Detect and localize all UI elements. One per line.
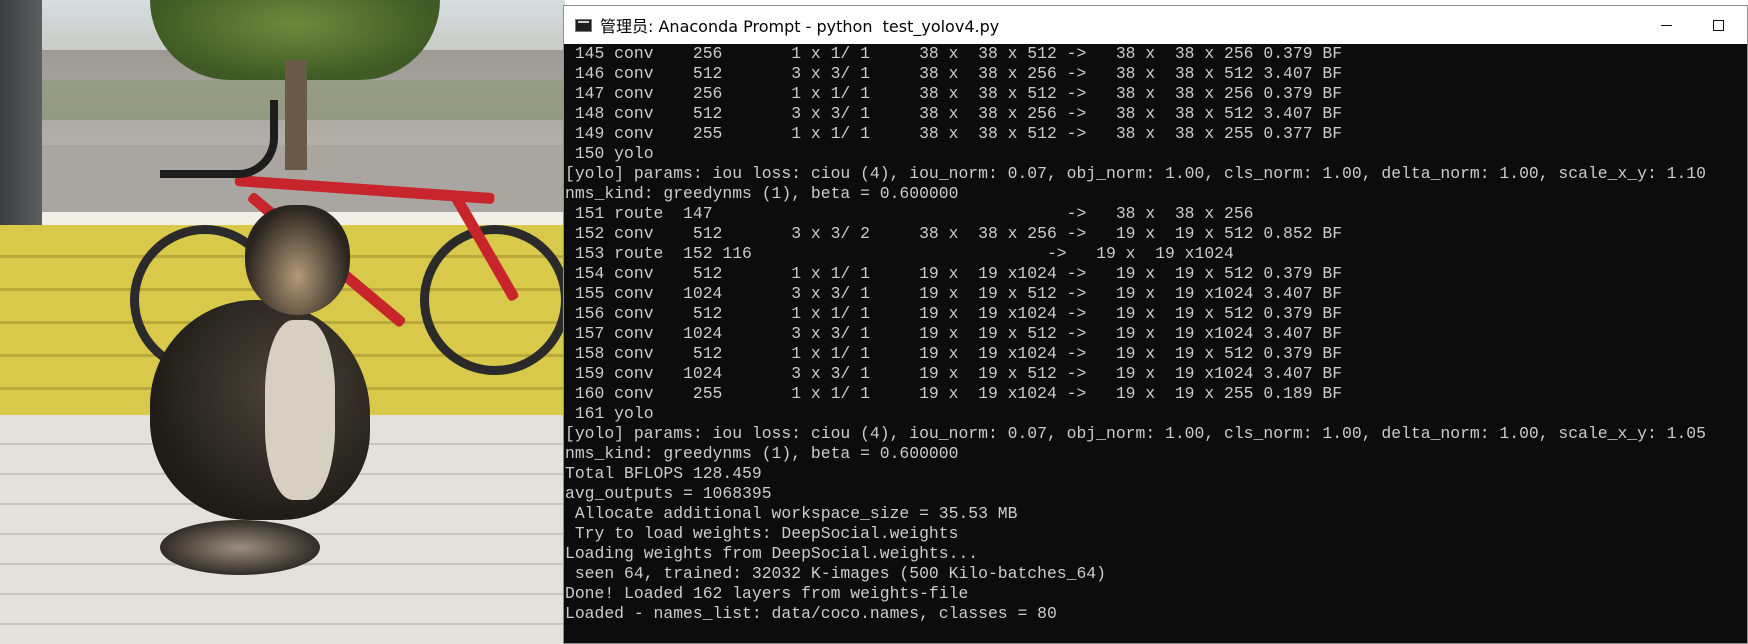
console-line: avg_outputs = 1068395: [565, 484, 772, 503]
console-line: 161 yolo: [565, 404, 654, 423]
photo-porch-post: [0, 0, 42, 225]
photo-tree-trunk: [285, 60, 307, 170]
console-line: 157 conv 1024 3 x 3/ 1 19 x 19 x 512 -> …: [565, 324, 1343, 343]
console-line: 148 conv 512 3 x 3/ 1 38 x 38 x 256 -> 3…: [565, 104, 1343, 123]
console-line: 154 conv 512 1 x 1/ 1 19 x 19 x1024 -> 1…: [565, 264, 1343, 283]
minimize-icon: [1660, 24, 1672, 26]
photo-dog-tail: [160, 520, 320, 575]
photo-bike-handlebar: [160, 100, 278, 178]
window-title: 管理员: Anaconda Prompt - python test_yolov…: [600, 17, 1000, 36]
console-line: 145 conv 256 1 x 1/ 1 38 x 38 x 512 -> 3…: [565, 44, 1343, 63]
photo-bike-front-wheel: [420, 225, 565, 375]
console-line: [yolo] params: iou loss: ciou (4), iou_n…: [565, 424, 1706, 443]
console-output[interactable]: 145 conv 256 1 x 1/ 1 38 x 38 x 512 -> 3…: [564, 44, 1747, 642]
photo-lawn: [0, 80, 565, 120]
console-line: nms_kind: greedynms (1), beta = 0.600000: [565, 444, 959, 463]
console-line: Loaded - names_list: data/coco.names, cl…: [565, 604, 1057, 623]
console-line: Done! Loaded 162 layers from weights-fil…: [565, 584, 969, 603]
window-titlebar[interactable]: 管理员: Anaconda Prompt - python test_yolov…: [564, 6, 1747, 44]
console-line: Loading weights from DeepSocial.weights.…: [565, 544, 979, 563]
console-line: 152 conv 512 3 x 3/ 2 38 x 38 x 256 -> 1…: [565, 224, 1343, 243]
console-line: Try to load weights: DeepSocial.weights: [565, 524, 959, 543]
console-line: nms_kind: greedynms (1), beta = 0.600000: [565, 184, 959, 203]
console-line: 151 route 147 -> 38 x 38 x 256: [565, 204, 1254, 223]
console-line: Total BFLOPS 128.459: [565, 464, 762, 483]
minimize-button[interactable]: [1643, 6, 1689, 44]
console-line: 149 conv 255 1 x 1/ 1 38 x 38 x 512 -> 3…: [565, 124, 1343, 143]
console-icon: [575, 18, 592, 32]
console-line: seen 64, trained: 32032 K-images (500 Ki…: [565, 564, 1106, 583]
console-line: Allocate additional workspace_size = 35.…: [565, 504, 1018, 523]
console-line: 146 conv 512 3 x 3/ 1 38 x 38 x 256 -> 3…: [565, 64, 1343, 83]
console-line: 155 conv 1024 3 x 3/ 1 19 x 19 x 512 -> …: [565, 284, 1343, 303]
console-line: 159 conv 1024 3 x 3/ 1 19 x 19 x 512 -> …: [565, 364, 1343, 383]
console-line: 156 conv 512 1 x 1/ 1 19 x 19 x1024 -> 1…: [565, 304, 1343, 323]
console-line: 160 conv 255 1 x 1/ 1 19 x 19 x1024 -> 1…: [565, 384, 1343, 403]
background-photo: [0, 0, 565, 644]
console-line: 150 yolo: [565, 144, 654, 163]
maximize-icon: [1712, 19, 1724, 31]
photo-dog-head: [245, 205, 350, 315]
maximize-button[interactable]: [1695, 6, 1741, 44]
photo-dog-chest: [265, 320, 335, 500]
anaconda-prompt-window[interactable]: 管理员: Anaconda Prompt - python test_yolov…: [563, 5, 1748, 644]
console-line: 147 conv 256 1 x 1/ 1 38 x 38 x 512 -> 3…: [565, 84, 1343, 103]
console-line: [yolo] params: iou loss: ciou (4), iou_n…: [565, 164, 1706, 183]
console-line: 158 conv 512 1 x 1/ 1 19 x 19 x1024 -> 1…: [565, 344, 1343, 363]
console-line: 153 route 152 116 -> 19 x 19 x1024: [565, 244, 1234, 263]
